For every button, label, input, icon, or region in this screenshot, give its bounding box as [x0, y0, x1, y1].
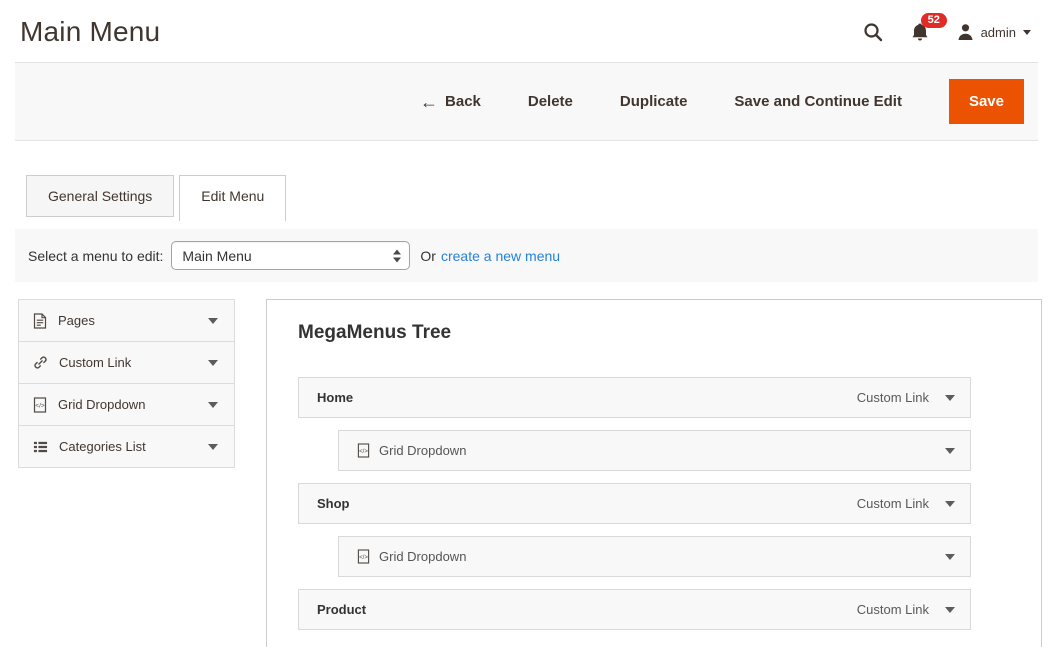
delete-button[interactable]: Delete [528, 93, 573, 110]
menu-select-band: Select a menu to edit: Main Menu Or crea… [15, 229, 1038, 282]
item-types-sidebar: Pages Custom Link </> Grid Dropdown Cate… [18, 299, 235, 468]
menu-select-value: Main Menu [182, 248, 251, 264]
sidebar-item-label: Custom Link [59, 355, 131, 370]
tree-row-grid-dropdown[interactable]: </> Grid Dropdown [338, 430, 971, 471]
chevron-down-icon[interactable] [945, 395, 955, 401]
chevron-down-icon [208, 444, 218, 450]
code-file-icon: </> [357, 443, 370, 458]
tree-row-type: Custom Link [857, 602, 929, 617]
tree-row-grid-dropdown[interactable]: </> Grid Dropdown [338, 536, 971, 577]
chevron-down-icon [208, 360, 218, 366]
chevron-down-icon[interactable] [945, 448, 955, 454]
header-actions: 52 admin [863, 22, 1031, 42]
chevron-down-icon[interactable] [945, 501, 955, 507]
sidebar-item-custom-link[interactable]: Custom Link [19, 342, 234, 384]
notifications-bell-icon[interactable]: 52 [911, 22, 929, 42]
sidebar-item-label: Grid Dropdown [58, 397, 145, 412]
megamenu-tree-panel: MegaMenus Tree Home Custom Link </> Grid… [266, 299, 1042, 647]
sidebar-item-label: Categories List [59, 439, 146, 454]
notification-badge[interactable]: 52 [921, 13, 947, 28]
tree-row-type: Custom Link [857, 496, 929, 511]
tab-edit-menu[interactable]: Edit Menu [179, 175, 286, 221]
code-file-icon: </> [357, 549, 370, 564]
search-icon[interactable] [863, 22, 883, 42]
sidebar-item-categories-list[interactable]: Categories List [19, 426, 234, 468]
caret-down-icon [1023, 30, 1031, 35]
menu-select[interactable]: Main Menu [171, 241, 410, 270]
tree-row-shop[interactable]: Shop Custom Link [298, 483, 971, 524]
list-icon [33, 440, 48, 454]
svg-text:</>: </> [359, 449, 368, 455]
or-text: Or [420, 248, 436, 264]
back-arrow-icon: ← [420, 93, 438, 111]
sidebar-item-grid-dropdown[interactable]: </> Grid Dropdown [19, 384, 234, 426]
create-new-menu-link[interactable]: create a new menu [441, 248, 560, 264]
svg-text:</>: </> [359, 555, 368, 561]
page-icon [33, 313, 47, 329]
select-stepper-icon [393, 249, 401, 262]
chevron-down-icon [208, 402, 218, 408]
settings-tabs: General Settings Edit Menu [26, 175, 1053, 221]
user-avatar-icon [957, 23, 974, 41]
user-menu[interactable]: admin [957, 23, 1031, 41]
tab-general-settings[interactable]: General Settings [26, 175, 174, 217]
content-area: Pages Custom Link </> Grid Dropdown Cate… [18, 299, 1042, 647]
menu-select-label: Select a menu to edit: [28, 248, 163, 264]
megamenus-tree-title: MegaMenus Tree [298, 322, 1041, 344]
page-title: Main Menu [20, 16, 160, 48]
username: admin [981, 25, 1016, 40]
save-and-continue-button[interactable]: Save and Continue Edit [734, 93, 902, 110]
duplicate-button[interactable]: Duplicate [620, 93, 688, 110]
back-button[interactable]: ← Back [420, 93, 481, 111]
save-button[interactable]: Save [949, 79, 1024, 124]
chevron-down-icon[interactable] [945, 554, 955, 560]
sidebar-item-pages[interactable]: Pages [19, 300, 234, 342]
svg-text:</>: </> [35, 402, 45, 409]
page-header: Main Menu 52 admin [0, 0, 1053, 62]
action-toolbar: ← Back Delete Duplicate Save and Continu… [15, 62, 1038, 141]
megamenu-tree: Home Custom Link </> Grid Dropdown Shop [298, 377, 971, 630]
chevron-down-icon[interactable] [945, 607, 955, 613]
tree-row-product[interactable]: Product Custom Link [298, 589, 971, 630]
chevron-down-icon [208, 318, 218, 324]
tree-row-type: Custom Link [857, 390, 929, 405]
code-file-icon: </> [33, 397, 47, 413]
tree-row-home[interactable]: Home Custom Link [298, 377, 971, 418]
sidebar-item-label: Pages [58, 313, 95, 328]
link-icon [33, 355, 48, 370]
